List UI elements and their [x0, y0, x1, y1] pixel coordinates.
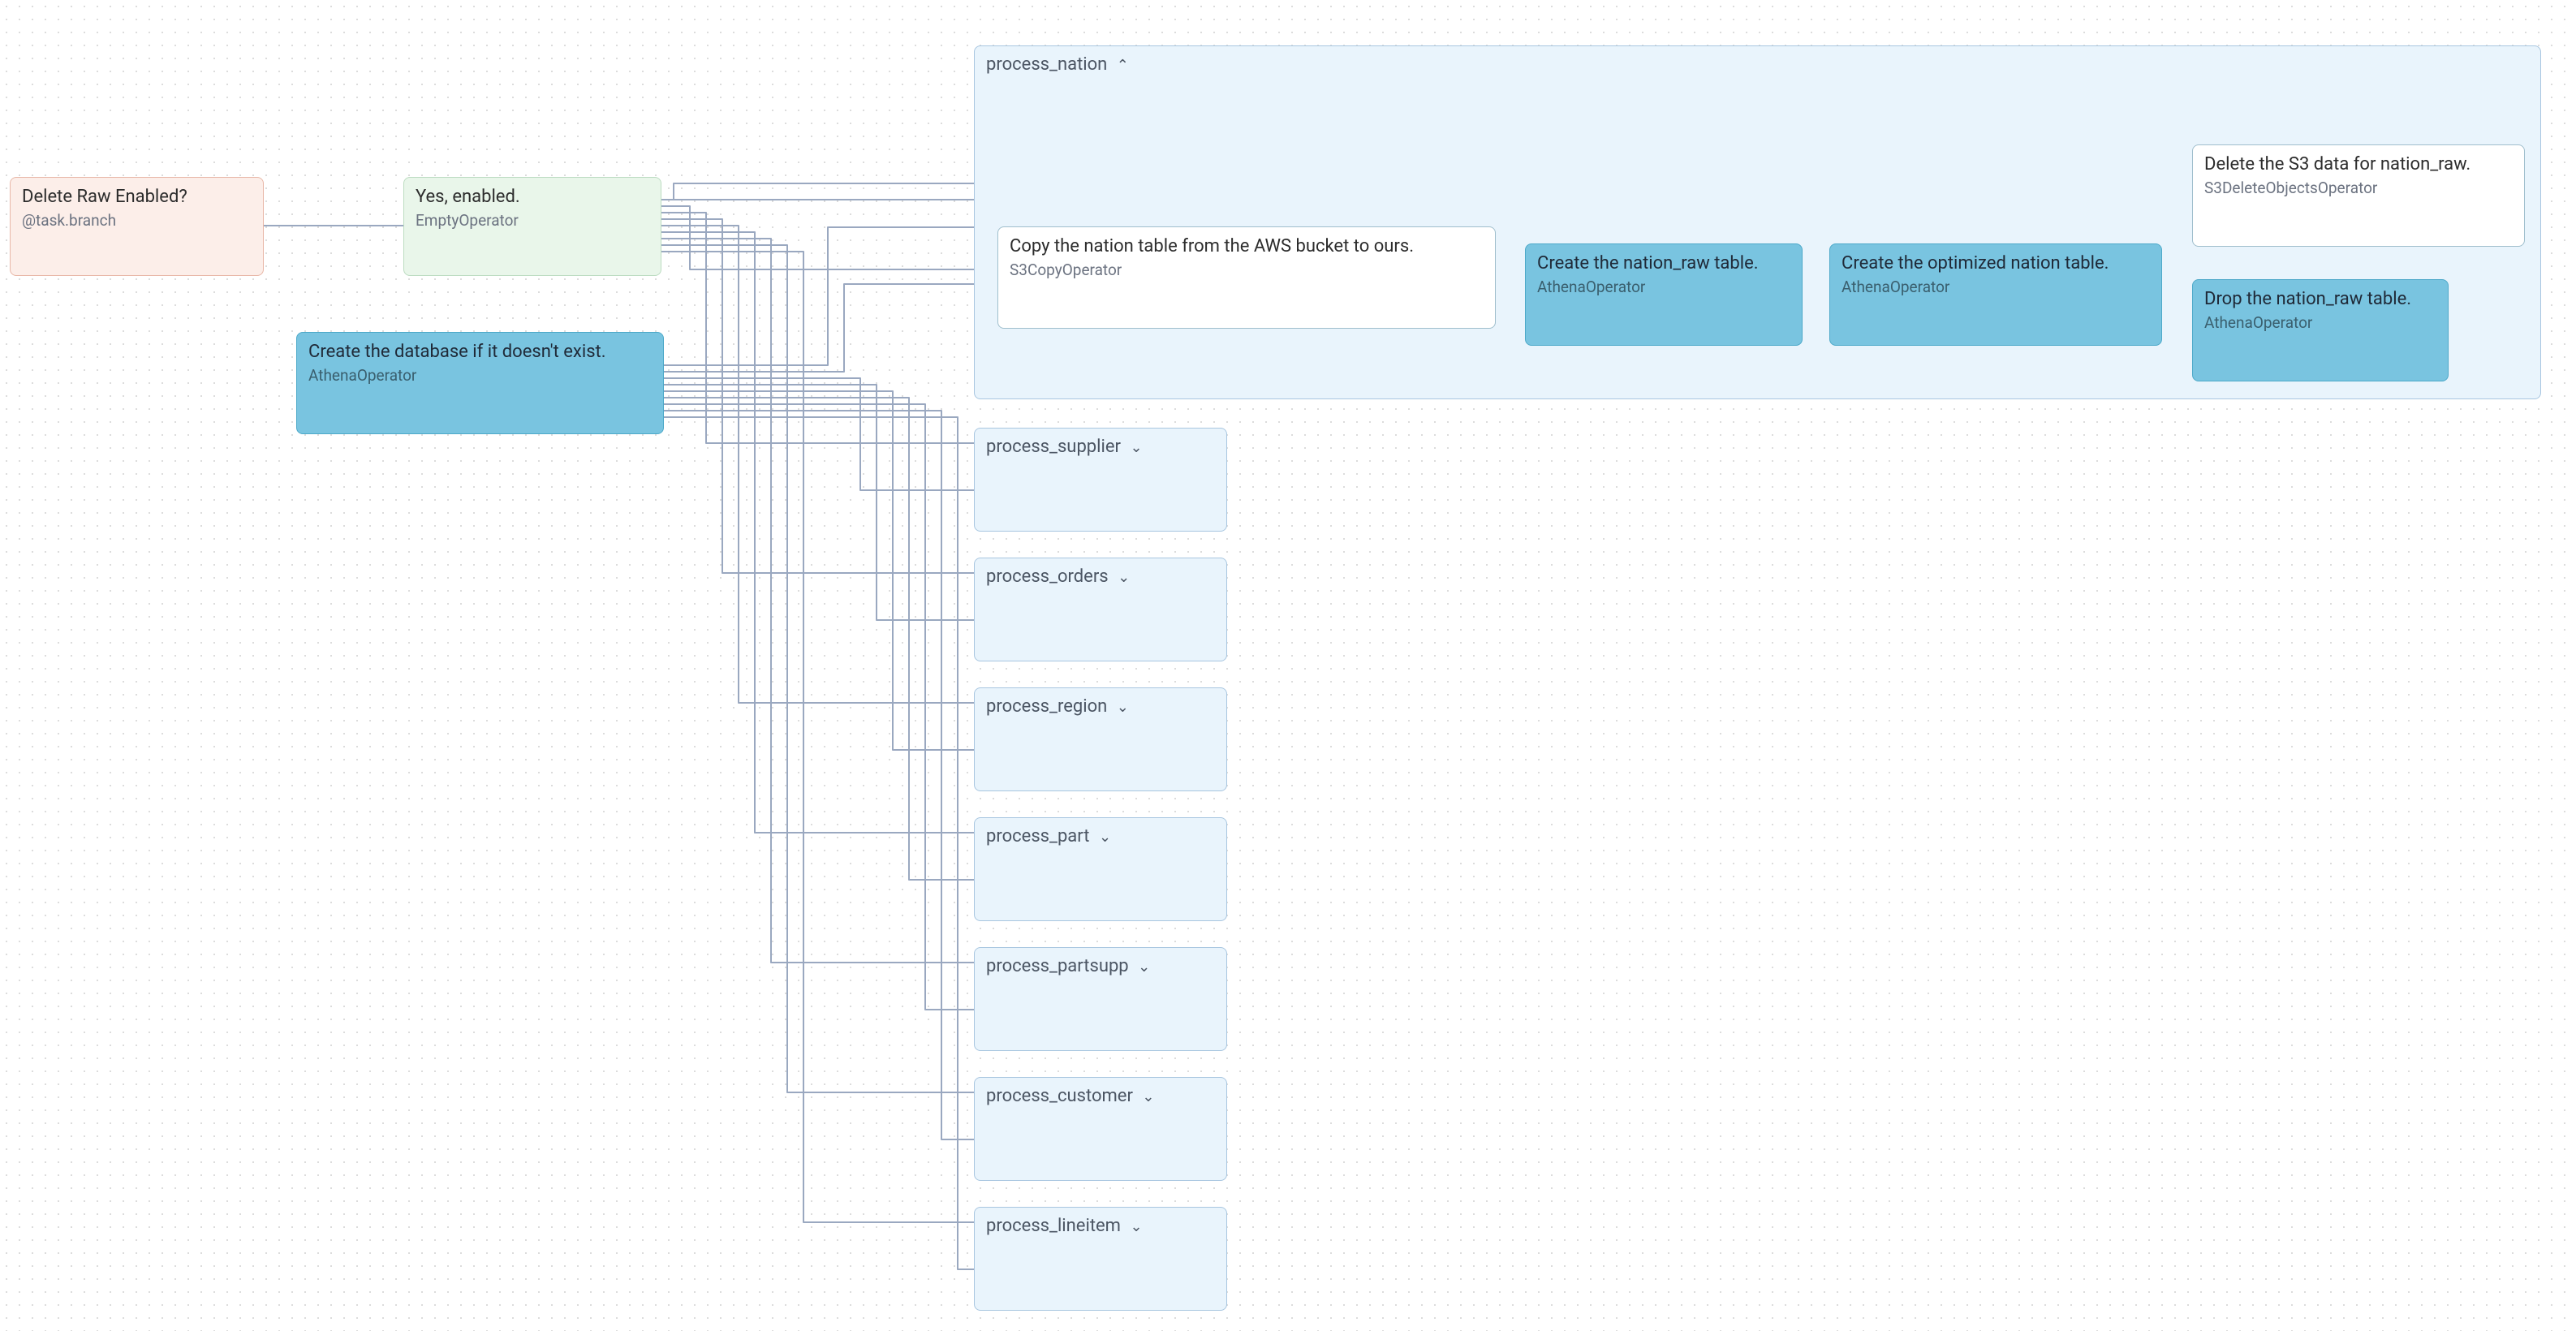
group-process-nation[interactable]: process_nation ⌃ Copy the nation table f…	[974, 45, 2541, 399]
task-operator: S3CopyOperator	[1010, 261, 1484, 281]
group-header[interactable]: process_lineitem ⌄	[975, 1208, 1226, 1241]
group-name: process_customer	[986, 1086, 1133, 1106]
task-title: Create the optimized nation table.	[1842, 252, 2150, 276]
group-process-lineitem[interactable]: process_lineitem ⌄	[974, 1207, 1227, 1311]
chevron-down-icon: ⌄	[1138, 958, 1150, 976]
group-process-supplier[interactable]: process_supplier ⌄	[974, 428, 1227, 532]
task-operator: AthenaOperator	[1842, 278, 2150, 298]
task-copy-nation[interactable]: Copy the nation table from the AWS bucke…	[997, 226, 1496, 329]
group-name: process_part	[986, 826, 1089, 846]
group-process-region[interactable]: process_region ⌄	[974, 687, 1227, 791]
task-operator: S3DeleteObjectsOperator	[2204, 179, 2513, 199]
task-delete-s3-nation-raw[interactable]: Delete the S3 data for nation_raw. S3Del…	[2192, 144, 2525, 247]
task-operator: @task.branch	[22, 211, 252, 231]
group-header[interactable]: process_nation ⌃	[975, 46, 2540, 80]
task-drop-nation-raw[interactable]: Drop the nation_raw table. AthenaOperato…	[2192, 279, 2449, 381]
task-operator: AthenaOperator	[2204, 313, 2436, 334]
task-create-optimized-nation[interactable]: Create the optimized nation table. Athen…	[1829, 243, 2162, 346]
group-process-part[interactable]: process_part ⌄	[974, 817, 1227, 921]
group-header[interactable]: process_supplier ⌄	[975, 429, 1226, 462]
group-name: process_supplier	[986, 437, 1121, 457]
group-header[interactable]: process_partsupp ⌄	[975, 948, 1226, 981]
task-yes-enabled[interactable]: Yes, enabled. EmptyOperator	[403, 177, 661, 276]
group-header[interactable]: process_region ⌄	[975, 688, 1226, 721]
task-title: Delete Raw Enabled?	[22, 186, 252, 209]
group-header[interactable]: process_part ⌄	[975, 818, 1226, 851]
chevron-down-icon: ⌄	[1142, 1088, 1154, 1105]
task-title: Create the database if it doesn't exist.	[308, 341, 652, 364]
group-header[interactable]: process_customer ⌄	[975, 1078, 1226, 1111]
chevron-down-icon: ⌄	[1099, 829, 1111, 846]
task-title: Drop the nation_raw table.	[2204, 288, 2436, 312]
chevron-down-icon: ⌄	[1130, 439, 1142, 456]
group-name: process_partsupp	[986, 956, 1129, 976]
task-title: Yes, enabled.	[416, 186, 649, 209]
group-name: process_orders	[986, 566, 1109, 587]
group-name: process_nation	[986, 54, 1107, 75]
group-process-customer[interactable]: process_customer ⌄	[974, 1077, 1227, 1181]
chevron-down-icon: ⌄	[1130, 1218, 1142, 1235]
task-create-database[interactable]: Create the database if it doesn't exist.…	[296, 332, 664, 434]
task-create-nation-raw[interactable]: Create the nation_raw table. AthenaOpera…	[1525, 243, 1803, 346]
task-title: Delete the S3 data for nation_raw.	[2204, 153, 2513, 177]
group-header[interactable]: process_orders ⌄	[975, 558, 1226, 592]
task-title: Copy the nation table from the AWS bucke…	[1010, 235, 1484, 259]
task-operator: AthenaOperator	[308, 366, 652, 386]
chevron-down-icon: ⌄	[1117, 699, 1129, 716]
chevron-up-icon: ⌃	[1117, 57, 1129, 74]
group-process-partsupp[interactable]: process_partsupp ⌄	[974, 947, 1227, 1051]
chevron-down-icon: ⌄	[1118, 569, 1130, 586]
task-operator: AthenaOperator	[1537, 278, 1790, 298]
group-name: process_lineitem	[986, 1216, 1121, 1236]
group-process-orders[interactable]: process_orders ⌄	[974, 558, 1227, 661]
task-title: Create the nation_raw table.	[1537, 252, 1790, 276]
task-delete-raw-enabled[interactable]: Delete Raw Enabled? @task.branch	[10, 177, 264, 276]
group-name: process_region	[986, 696, 1107, 717]
task-operator: EmptyOperator	[416, 211, 649, 231]
